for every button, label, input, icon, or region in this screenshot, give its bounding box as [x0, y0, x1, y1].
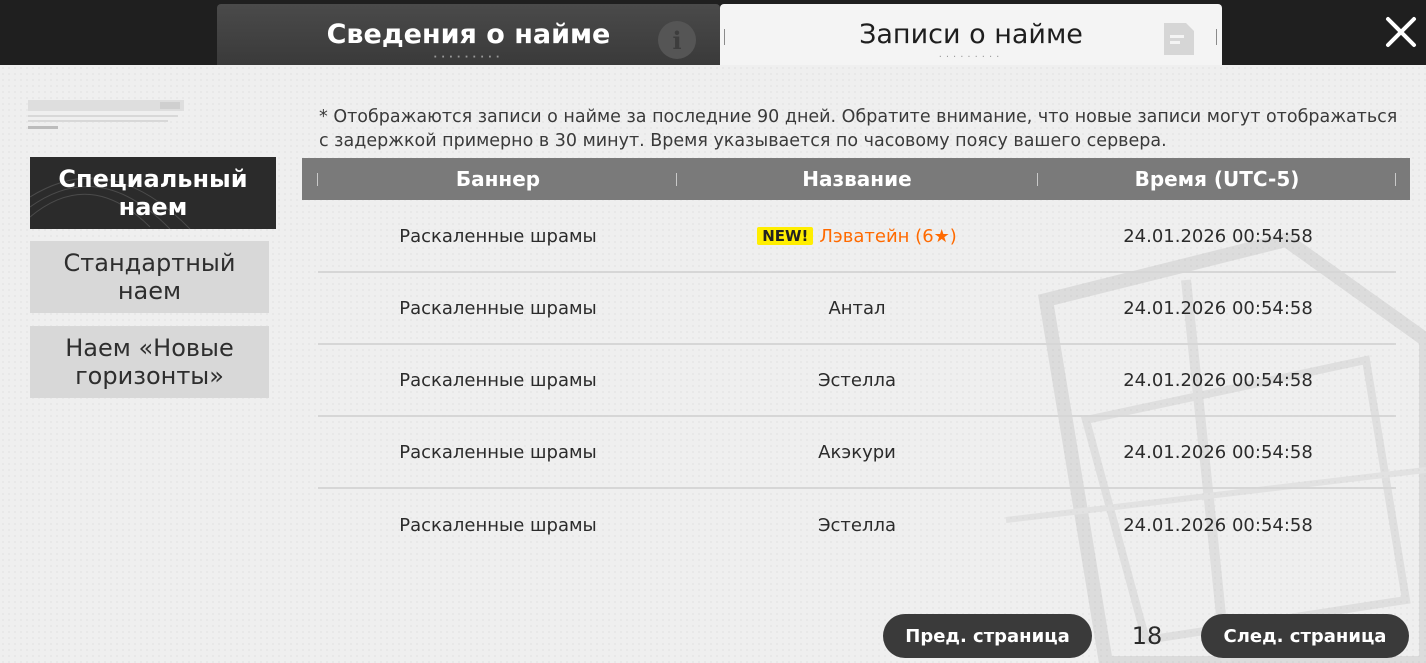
cell-time: 24.01.2026 00:54:58 [1123, 514, 1313, 536]
cell-banner: Раскаленные шрамы [399, 297, 597, 319]
header-banner: Баннер [455, 167, 541, 191]
tab-dots: ········· [433, 52, 504, 63]
table-row: Раскаленные шрамы NEW! Лэватейн (6★) 24.… [318, 201, 1396, 273]
top-bar: Сведения о найме ········· i Записи о на… [0, 0, 1426, 65]
tab-divider [724, 29, 725, 45]
cell-name: Антал [828, 297, 886, 319]
table-row: Раскаленные шрамы Акэкури 24.01.2026 00:… [318, 417, 1396, 489]
document-icon [1164, 23, 1194, 55]
table-row: Раскаленные шрамы Эстелла 24.01.2026 00:… [318, 490, 1396, 562]
cell-time: 24.01.2026 00:54:58 [1123, 369, 1313, 391]
menu-item-standard-recruitment[interactable]: Стандартный наем [30, 241, 269, 313]
banner-thumbnail [28, 100, 184, 129]
menu-item-new-horizons-recruitment[interactable]: Наем «Новые горизонты» [30, 326, 269, 398]
tab-dots: ········· [938, 52, 1004, 63]
cell-time: 24.01.2026 00:54:58 [1123, 441, 1313, 463]
prev-page-button[interactable]: Пред. страница [883, 614, 1092, 658]
header-time: Время (UTC-5) [1134, 167, 1300, 191]
cell-name: Эстелла [817, 514, 897, 536]
character-name: Лэватейн (6★) [819, 225, 957, 247]
menu-item-label: Наем «Новые горизонты» [65, 334, 234, 390]
menu-item-label: Специальный наем [58, 165, 248, 221]
menu-item-special-recruitment[interactable]: Специальный наем [30, 157, 276, 229]
tab-label: Записи о найме [859, 19, 1083, 50]
header-divider [1395, 173, 1396, 186]
tab-label: Сведения о найме [326, 19, 611, 50]
table-row: Раскаленные шрамы Антал 24.01.2026 00:54… [318, 273, 1396, 345]
cell-time: 24.01.2026 00:54:58 [1123, 225, 1313, 247]
notice-text: * Отображаются записи о найме за последн… [319, 107, 1398, 151]
cell-name: Эстелла [817, 369, 897, 391]
cell-time: 24.01.2026 00:54:58 [1123, 297, 1313, 319]
cell-name: NEW! Лэватейн (6★) [676, 201, 1038, 271]
cell-banner: Раскаленные шрамы [399, 225, 597, 247]
menu-item-label: Стандартный наем [63, 249, 236, 305]
close-button[interactable] [1383, 14, 1419, 50]
next-page-button[interactable]: След. страница [1201, 614, 1409, 658]
page-number: 18 [1131, 622, 1163, 650]
info-icon: i [658, 21, 696, 59]
header-name: Название [802, 167, 912, 191]
table-row: Раскаленные шрамы Эстелла 24.01.2026 00:… [318, 345, 1396, 417]
cell-name: Акэкури [818, 441, 896, 463]
cell-banner: Раскаленные шрамы [399, 441, 597, 463]
cell-banner: Раскаленные шрамы [399, 514, 597, 536]
cell-banner: Раскаленные шрамы [399, 369, 597, 391]
table-header: Баннер Название Время (UTC-5) [302, 158, 1410, 200]
tab-recruitment-records[interactable]: Записи о найме ········· [720, 4, 1222, 65]
new-badge: NEW! [757, 227, 814, 245]
tab-recruitment-info[interactable]: Сведения о найме ········· i [217, 4, 720, 65]
close-icon [1386, 17, 1416, 47]
tab-divider [1216, 29, 1217, 45]
